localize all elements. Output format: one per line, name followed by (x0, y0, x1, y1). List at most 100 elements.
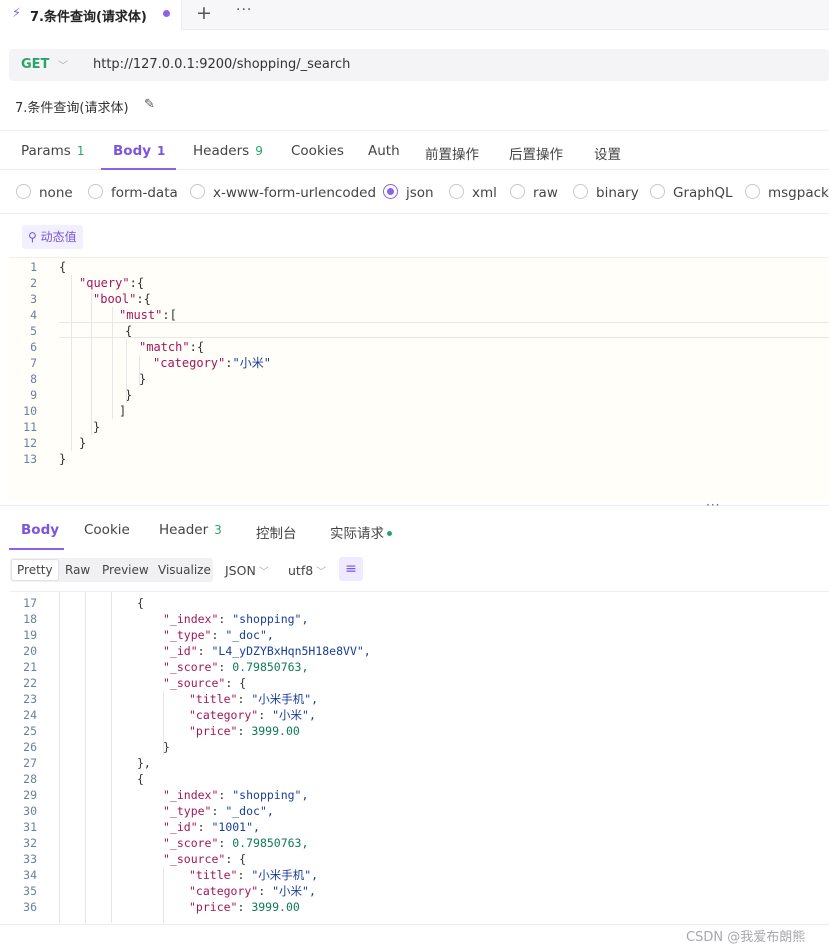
tab-label: 实际请求 (330, 526, 384, 542)
indent-guide (59, 592, 60, 923)
radio-graphql[interactable]: GraphQL (650, 184, 733, 201)
tab-label: Headers (193, 143, 250, 159)
tab-[interactable]: 前置操作 (425, 143, 479, 163)
tab-label: Body (113, 143, 152, 159)
indent-guide (71, 275, 72, 451)
method-select[interactable]: GET (21, 57, 49, 72)
line-number: 32 (23, 836, 37, 850)
radio-xml[interactable]: xml (449, 184, 497, 201)
tab-label: Cookies (291, 143, 344, 159)
watermark: CSDN @我爱布朗熊 (686, 930, 806, 945)
radio-label: x-www-form-urlencoded (213, 185, 377, 201)
response-tab-4[interactable]: 控制台 (256, 522, 297, 542)
indent-guide (85, 592, 86, 923)
code-line: "title": "小米手机", (189, 868, 319, 882)
indent-guide (163, 867, 164, 923)
url-input[interactable]: http://127.0.0.1:9200/shopping/_search (93, 57, 350, 72)
tab-auth[interactable]: Auth (368, 143, 400, 159)
line-number: 21 (23, 660, 37, 674)
radio-x-www-form-urlencoded[interactable]: x-www-form-urlencoded (190, 184, 376, 201)
tab-label: 控制台 (256, 526, 297, 542)
wrap-lines-icon[interactable]: ≡ (339, 557, 363, 581)
new-tab-button[interactable]: + (196, 2, 212, 24)
radio-form-data[interactable]: form-data (88, 184, 178, 201)
code-line: } (163, 740, 170, 754)
view-mode-segment: Pretty Raw Preview Visualize (10, 558, 213, 582)
code-line: "_score": 0.79850763, (163, 836, 309, 850)
line-number: 26 (23, 740, 37, 754)
radio-circle-icon (745, 184, 760, 199)
response-tab-2[interactable]: Cookie (84, 522, 130, 538)
line-number: 33 (23, 852, 37, 866)
current-line-highlight (59, 322, 829, 338)
view-pretty-button[interactable]: Pretty (12, 560, 58, 580)
response-tab-5[interactable]: 实际请求 (330, 522, 392, 542)
chevron-down-icon: ﹀ (316, 567, 327, 578)
response-tab-3[interactable]: Header 3 (159, 522, 222, 538)
radio-binary[interactable]: binary (573, 184, 639, 201)
tab-label: 设置 (594, 147, 621, 163)
chevron-down-icon: ﹀ (258, 567, 269, 578)
status-dot-icon (387, 531, 392, 536)
divider (0, 924, 829, 925)
format-select[interactable]: JSON ﹀ (225, 563, 269, 578)
line-number: 19 (23, 628, 37, 642)
request-name: 7.条件查询(请求体) (15, 101, 129, 116)
encoding-select[interactable]: utf8 ﹀ (288, 563, 326, 578)
radio-msgpack[interactable]: msgpack (745, 184, 829, 201)
request-code-area[interactable]: 1 {2 "query":{3 "bool":{4 "must":[5 {6 "match"… (9, 257, 829, 501)
tab-label: Params (21, 143, 71, 159)
radio-json[interactable]: json (383, 184, 434, 201)
radio-circle-icon (88, 184, 103, 199)
line-number: 4 (30, 308, 37, 322)
line-number: 11 (23, 420, 37, 434)
line-number: 24 (23, 708, 37, 722)
code-line: "_source": { (163, 676, 247, 690)
radio-label: binary (596, 185, 639, 201)
response-code-area[interactable]: 17 {18 "_index": "shopping", 19 "_type": "_d… (9, 591, 829, 923)
line-number: 29 (23, 788, 37, 802)
code-line: "_source": { (163, 852, 247, 866)
edit-icon[interactable]: ✎ (144, 97, 155, 112)
tab-[interactable]: 设置 (594, 143, 621, 163)
tab-[interactable]: 后置操作 (509, 143, 563, 163)
code-line: "category":"小米" (153, 356, 271, 370)
request-tab[interactable]: ⚡ 7.条件查询(请求体) (0, 0, 182, 30)
code-line: "bool":{ (93, 292, 151, 306)
response-tabs: Body Cookie Header 3 控制台 实际请求 (0, 512, 829, 552)
request-body-editor: ⚲ 动态值 1 {2 "query":{3 "bool":{4 "must":[5 {6 "… (9, 216, 829, 501)
code-line: { (59, 260, 67, 274)
view-raw-button[interactable]: Raw (60, 560, 95, 580)
line-number: 3 (30, 292, 37, 306)
view-visualize-button[interactable]: Visualize (153, 560, 216, 580)
radio-none[interactable]: none (16, 184, 73, 201)
bolt-icon: ⚡ (12, 6, 22, 21)
dynamic-value-button[interactable]: ⚲ 动态值 (22, 225, 83, 249)
response-tab-1[interactable]: Body (21, 522, 59, 538)
line-number: 31 (23, 820, 37, 834)
radio-label: none (39, 185, 73, 201)
view-preview-button[interactable]: Preview (97, 560, 154, 580)
tab-count-badge: 3 (214, 523, 222, 537)
active-tab-underline (9, 548, 64, 550)
code-line: } (139, 372, 147, 386)
line-number: 5 (30, 324, 37, 338)
tab-cookies[interactable]: Cookies (291, 143, 344, 159)
tab-headers[interactable]: Headers 9 (193, 143, 263, 159)
radio-raw[interactable]: raw (510, 184, 558, 201)
indent-guide (139, 355, 140, 387)
radio-circle-icon (650, 184, 665, 199)
code-line: "_index": "shopping", (163, 612, 309, 626)
tab-body[interactable]: Body 1 (113, 143, 165, 159)
chevron-down-icon[interactable]: ﹀ (58, 57, 68, 72)
code-line: ] (119, 404, 127, 418)
line-number: 20 (23, 644, 37, 658)
drag-handle-icon[interactable]: ··· (706, 498, 720, 512)
more-icon[interactable]: ··· (236, 2, 252, 18)
radio-circle-icon (16, 184, 31, 199)
tab-params[interactable]: Params 1 (21, 143, 84, 159)
pane-resizer[interactable] (0, 505, 829, 511)
tab-label: 前置操作 (425, 147, 479, 163)
line-number: 10 (23, 404, 37, 418)
code-line: } (93, 420, 101, 434)
